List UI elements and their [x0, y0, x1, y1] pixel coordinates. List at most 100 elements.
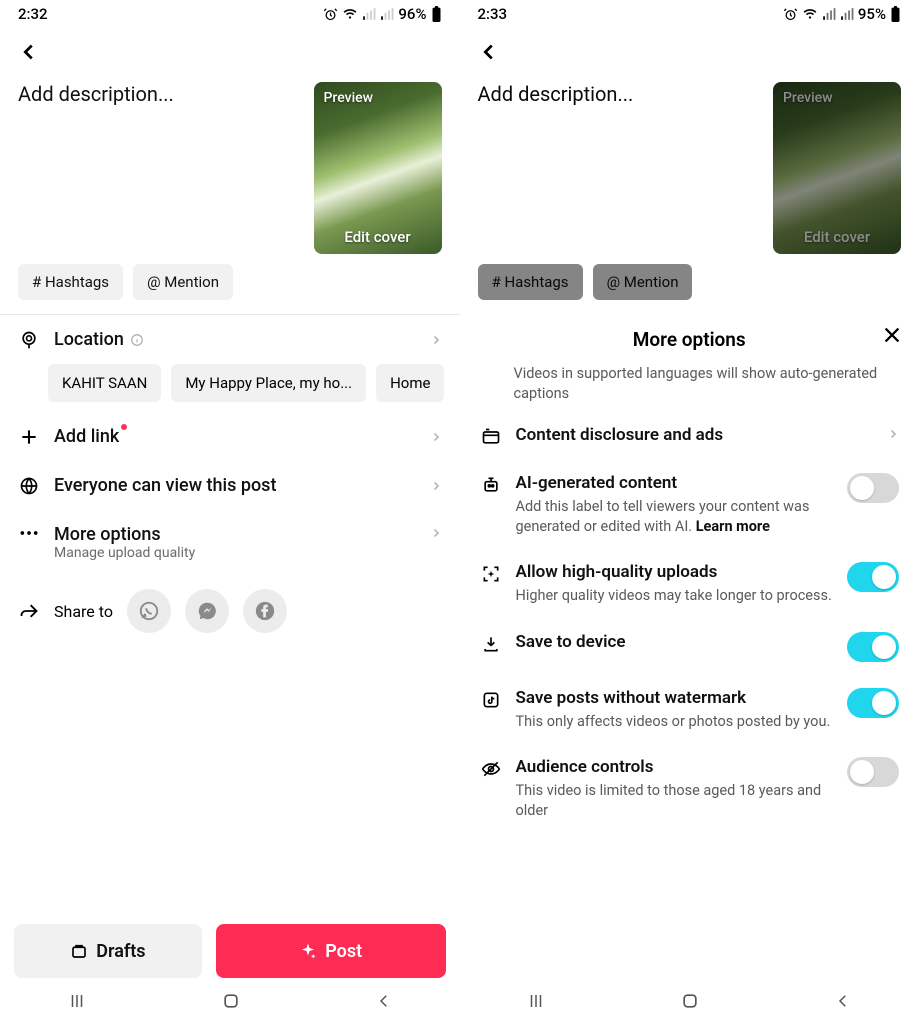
- location-pin-icon: [18, 330, 40, 350]
- video-preview-thumbnail[interactable]: Preview Edit cover: [314, 82, 442, 254]
- disclosure-label: Content disclosure and ads: [516, 425, 874, 445]
- chevron-right-icon: [430, 477, 442, 495]
- mention-chip[interactable]: @ Mention: [133, 264, 233, 300]
- status-icons: 96%: [323, 5, 441, 23]
- battery-icon: [431, 6, 442, 22]
- location-chip[interactable]: My Happy Place, my ho...: [171, 364, 366, 402]
- ad-card-icon: [480, 425, 502, 447]
- signal-icon: [822, 7, 836, 21]
- drafts-button[interactable]: Drafts: [14, 924, 202, 978]
- back-icon[interactable]: [18, 41, 40, 63]
- back-nav-icon[interactable]: [375, 992, 393, 1010]
- plus-icon: [18, 427, 40, 447]
- location-chip[interactable]: KAHIT SAAN: [48, 364, 161, 402]
- watermark-title: Save posts without watermark: [516, 688, 834, 708]
- battery-percent: 95%: [858, 5, 886, 23]
- drafts-icon: [70, 942, 88, 960]
- info-icon: [130, 333, 144, 347]
- messenger-icon[interactable]: [185, 589, 229, 633]
- edit-cover-button[interactable]: Edit cover: [314, 228, 442, 246]
- home-icon[interactable]: [221, 991, 241, 1011]
- preview-label: Preview: [324, 90, 374, 106]
- recents-icon[interactable]: [526, 992, 546, 1010]
- ellipsis-icon: [18, 524, 40, 536]
- captions-intro: Videos in supported languages will show …: [460, 364, 919, 411]
- audience-row: Audience controls This video is limited …: [480, 743, 900, 832]
- back-icon: [478, 41, 500, 63]
- chevron-right-icon: [430, 428, 442, 446]
- video-preview-thumbnail: Preview Edit cover: [773, 82, 901, 254]
- hq-title: Allow high-quality uploads: [516, 562, 834, 582]
- robot-icon: [480, 473, 502, 495]
- close-icon[interactable]: [881, 324, 903, 346]
- share-arrow-icon: [18, 601, 40, 621]
- wifi-icon: [802, 7, 818, 21]
- status-time: 2:33: [478, 5, 508, 23]
- share-label: Share to: [54, 602, 113, 621]
- more-options-label: More options: [54, 524, 416, 545]
- sheet-title: More options: [633, 328, 746, 351]
- ai-content-row: AI-generated content Add this label to t…: [480, 459, 900, 548]
- download-icon: [480, 632, 502, 654]
- hashtags-chip: # Hashtags: [478, 264, 583, 300]
- android-navbar: [460, 978, 919, 1024]
- drafts-label: Drafts: [96, 941, 145, 962]
- facebook-icon[interactable]: [243, 589, 287, 633]
- share-row: Share to: [0, 575, 460, 647]
- learn-more-link[interactable]: Learn more: [696, 518, 770, 535]
- more-options-row[interactable]: More options Manage upload quality: [0, 510, 460, 575]
- edit-cover-button: Edit cover: [773, 228, 901, 246]
- signal-icon: [362, 7, 376, 21]
- chevron-right-icon: [430, 524, 442, 542]
- visibility-label: Everyone can view this post: [54, 475, 416, 496]
- location-label: Location: [54, 329, 124, 350]
- save-device-toggle[interactable]: [847, 632, 899, 662]
- tiktok-note-icon: [480, 688, 502, 710]
- chevron-right-icon: [887, 425, 899, 443]
- description-input: Add description...: [478, 82, 762, 254]
- chevron-right-icon: [430, 331, 442, 349]
- audience-toggle[interactable]: [847, 757, 899, 787]
- whatsapp-icon[interactable]: [127, 589, 171, 633]
- location-row[interactable]: Location: [0, 315, 460, 364]
- wifi-icon: [342, 7, 358, 21]
- android-navbar: [0, 978, 460, 1024]
- visibility-row[interactable]: Everyone can view this post: [0, 461, 460, 510]
- globe-icon: [18, 476, 40, 496]
- post-compose-screen: 2:32 96% Add description...: [0, 0, 460, 1024]
- preview-label: Preview: [783, 90, 833, 106]
- home-icon[interactable]: [680, 991, 700, 1011]
- more-options-sheet: More options Videos in supported languag…: [460, 314, 919, 978]
- save-device-row: Save to device: [480, 618, 900, 674]
- status-time: 2:32: [18, 5, 48, 23]
- audience-title: Audience controls: [516, 757, 834, 777]
- watermark-toggle[interactable]: [847, 688, 899, 718]
- battery-percent: 96%: [398, 5, 426, 23]
- location-chip[interactable]: Home: [376, 364, 444, 402]
- back-nav-icon[interactable]: [834, 992, 852, 1010]
- save-device-title: Save to device: [516, 632, 834, 652]
- audience-subtitle: This video is limited to those aged 18 y…: [516, 777, 834, 820]
- hq-upload-row: Allow high-quality uploads Higher qualit…: [480, 548, 900, 618]
- content-disclosure-row[interactable]: Content disclosure and ads: [480, 411, 900, 459]
- watermark-subtitle: This only affects videos or photos poste…: [516, 708, 834, 732]
- post-button[interactable]: Post: [216, 924, 446, 978]
- add-link-row[interactable]: Add link: [0, 412, 460, 461]
- watermark-row: Save posts without watermark This only a…: [480, 674, 900, 744]
- hq-toggle[interactable]: [847, 562, 899, 592]
- description-input[interactable]: Add description...: [18, 82, 302, 254]
- recents-icon[interactable]: [67, 992, 87, 1010]
- more-options-sub: Manage upload quality: [54, 545, 416, 561]
- signal-icon-2: [840, 7, 854, 21]
- eye-off-icon: [480, 757, 502, 779]
- ai-subtitle: Add this label to tell viewers your cont…: [516, 493, 834, 536]
- ai-title: AI-generated content: [516, 473, 834, 493]
- alarm-icon: [783, 7, 798, 22]
- hq-subtitle: Higher quality videos may take longer to…: [516, 582, 834, 606]
- mention-chip: @ Mention: [593, 264, 693, 300]
- ai-toggle[interactable]: [847, 473, 899, 503]
- battery-icon: [890, 6, 901, 22]
- hashtags-chip[interactable]: # Hashtags: [18, 264, 123, 300]
- more-options-screen: 2:33 95% Add description... Preview Edit…: [460, 0, 919, 1024]
- post-label: Post: [325, 941, 362, 962]
